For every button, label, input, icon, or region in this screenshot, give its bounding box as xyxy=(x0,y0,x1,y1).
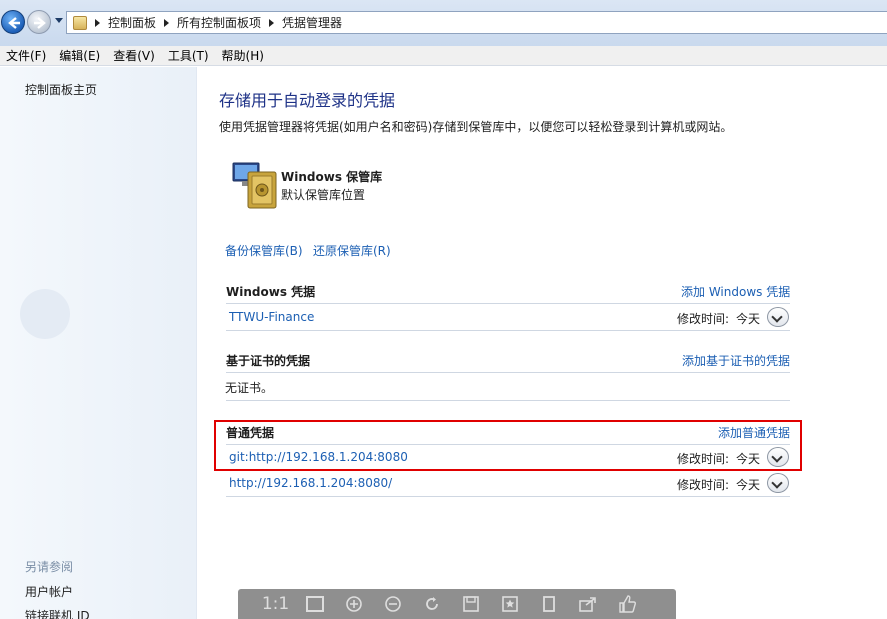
forward-button[interactable] xyxy=(27,10,51,34)
chevron-right-icon[interactable] xyxy=(95,18,100,27)
divider xyxy=(226,496,790,497)
divider xyxy=(226,372,790,373)
add-certificate-credential-link[interactable]: 添加基于证书的凭据 xyxy=(682,352,790,369)
decorative-circle xyxy=(20,289,70,339)
modified-label: 修改时间: xyxy=(677,312,730,326)
restore-vault-link[interactable]: 还原保管库(R) xyxy=(313,242,391,259)
page-title: 存储用于自动登录的凭据 xyxy=(219,91,396,110)
highlight-annotation-box xyxy=(214,420,802,471)
actual-size-button[interactable]: 1:1 xyxy=(256,589,295,619)
vault-description: 默认保管库位置 xyxy=(281,188,366,202)
vault-name: Windows 保管库 xyxy=(281,170,383,184)
divider xyxy=(226,400,790,401)
thumbs-up-icon[interactable] xyxy=(607,589,646,619)
see-also-heading: 另请参阅 xyxy=(25,560,74,574)
zoom-in-icon[interactable] xyxy=(334,589,373,619)
modified-label: 修改时间: xyxy=(677,478,730,492)
menu-file[interactable]: 文件(F) xyxy=(0,47,53,64)
menu-edit[interactable]: 编辑(E) xyxy=(53,47,107,64)
breadcrumb-credential-manager[interactable]: 凭据管理器 xyxy=(269,14,342,31)
divider xyxy=(226,303,790,304)
crop-icon[interactable] xyxy=(529,589,568,619)
arrow-left-icon xyxy=(8,17,20,29)
fit-window-icon[interactable] xyxy=(295,589,334,619)
chevron-right-icon[interactable] xyxy=(269,18,275,27)
rotate-icon[interactable] xyxy=(412,589,451,619)
add-windows-credential-link[interactable]: 添加 Windows 凭据 xyxy=(681,283,790,300)
image-viewer-toolbar: 1:1 xyxy=(238,589,676,619)
menu-view[interactable]: 查看(V) xyxy=(107,47,162,64)
address-bar[interactable]: 控制面板 所有控制面板项 凭据管理器 xyxy=(66,11,887,34)
menu-bar: 文件(F) 编辑(E) 查看(V) 工具(T) 帮助(H) xyxy=(0,46,887,66)
breadcrumb-control-panel[interactable]: 控制面板 xyxy=(95,14,156,31)
recent-pages-dropdown[interactable] xyxy=(55,18,63,23)
share-icon[interactable] xyxy=(568,589,607,619)
backup-vault-link[interactable]: 备份保管库(B) xyxy=(225,242,303,259)
modified-value: 今天 xyxy=(736,312,761,326)
breadcrumb-label[interactable]: 所有控制面板项 xyxy=(177,14,261,31)
sidebar-link-user-accounts[interactable]: 用户帐户 xyxy=(25,583,73,600)
menu-tools[interactable]: 工具(T) xyxy=(162,47,216,64)
sidebar-link-online-id[interactable]: 链接联机 ID xyxy=(25,607,90,619)
sidebar: 控制面板主页 另请参阅 用户帐户 链接联机 ID xyxy=(0,67,197,619)
credential-item-http[interactable]: http://192.168.1.204:8080/ xyxy=(229,476,392,490)
favorite-star-icon[interactable] xyxy=(490,589,529,619)
breadcrumb-label[interactable]: 控制面板 xyxy=(108,14,156,31)
no-certificates-text: 无证书。 xyxy=(225,381,274,395)
certificate-credentials-heading: 基于证书的凭据 xyxy=(226,354,311,368)
sidebar-home-link[interactable]: 控制面板主页 xyxy=(25,81,97,98)
chevron-right-icon[interactable] xyxy=(164,18,170,27)
zoom-out-icon[interactable] xyxy=(373,589,412,619)
credential-item-ttwu-finance[interactable]: TTWU-Finance xyxy=(229,310,314,324)
back-button[interactable] xyxy=(1,10,25,34)
divider xyxy=(226,330,790,331)
breadcrumb-label[interactable]: 凭据管理器 xyxy=(282,14,342,31)
breadcrumb-all-items[interactable]: 所有控制面板项 xyxy=(164,14,261,31)
page-description: 使用凭据管理器将凭据(如用户名和密码)存储到保管库中，以便您可以轻松登录到计算机… xyxy=(219,120,733,134)
navigation-bar: 控制面板 所有控制面板项 凭据管理器 xyxy=(0,0,887,46)
vault-icon xyxy=(232,162,277,209)
menu-help[interactable]: 帮助(H) xyxy=(216,47,271,64)
control-panel-icon xyxy=(73,15,87,30)
expand-chevron-icon[interactable] xyxy=(767,307,789,327)
expand-chevron-icon[interactable] xyxy=(767,473,789,493)
save-icon[interactable] xyxy=(451,589,490,619)
modified-value: 今天 xyxy=(736,478,761,492)
arrow-right-icon xyxy=(34,17,46,29)
windows-credentials-heading: Windows 凭据 xyxy=(226,285,316,299)
